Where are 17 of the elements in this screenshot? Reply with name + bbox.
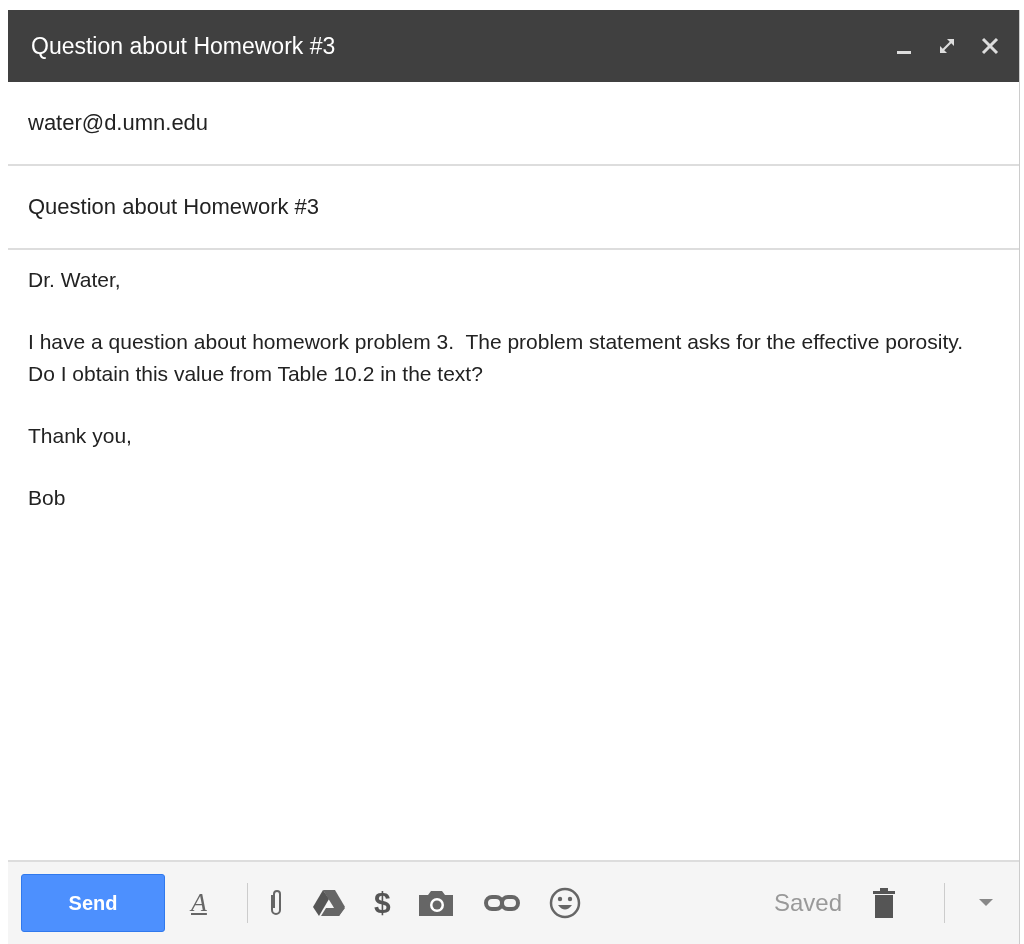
drive-icon[interactable] [311,889,346,917]
close-icon[interactable] [981,37,999,55]
body-paragraph: I have a question about homework problem 3. The problem statement asks for the effective porosity. Do I obtain this value from Table 10.2 in the text? [28,329,964,387]
caret-icon[interactable] [979,899,993,907]
save-status: Saved [773,889,842,917]
body-paragraph: Dr. Water, [28,267,122,293]
trash-icon[interactable] [872,887,896,919]
message-body[interactable]: Dr. Water, I have a question about homework problem 3. The problem statement asks for the effective porosity. Do I obtain this value from Table 10.2 in the text? Thank you, Bob [8,250,1019,860]
emoji-icon[interactable] [548,887,581,919]
link-icon[interactable] [482,893,521,913]
formatting-button[interactable]: A [191,888,207,918]
expand-icon[interactable] [937,36,957,56]
money-button[interactable]: $ [373,886,391,920]
body-paragraph: Thank you, [28,423,133,449]
body-paragraph: Bob [28,485,67,511]
camera-icon[interactable] [416,889,455,917]
window-title: Question about Homework #3 [31,32,336,60]
